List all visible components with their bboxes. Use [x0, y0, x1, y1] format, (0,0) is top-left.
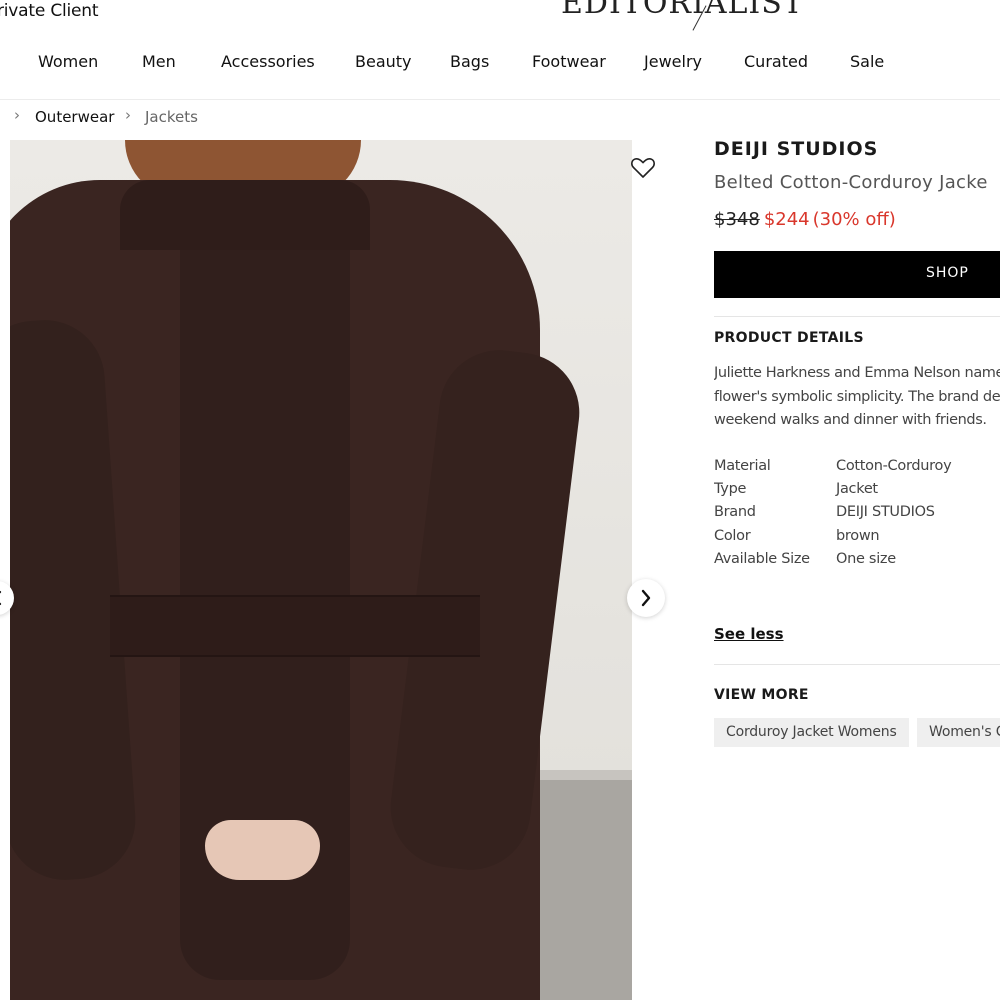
see-less-link[interactable]: See less: [714, 625, 784, 643]
attribute-value: DEIJI STUDIOS: [836, 504, 935, 521]
chevron-left-icon: [0, 590, 2, 606]
divider: [714, 316, 1000, 317]
product-brand[interactable]: DEIJI STUDIOS: [714, 138, 878, 160]
divider: [714, 664, 1000, 665]
heart-outline-icon: [631, 157, 655, 178]
related-search-chip[interactable]: Women's C: [917, 718, 1000, 747]
jacket-collar: [120, 180, 370, 250]
attribute-value: One size: [836, 550, 896, 567]
gallery-next-button[interactable]: [627, 579, 665, 617]
wishlist-button[interactable]: [630, 156, 656, 180]
sale-price: $244: [763, 209, 810, 230]
product-info-panel: DEIJI STUDIOS Belted Cotton-Corduroy Jac…: [714, 136, 1000, 1000]
chevron-right-icon: [641, 589, 651, 607]
attribute-value: brown: [836, 527, 880, 544]
shop-button-label: SHOP: [926, 265, 969, 281]
nav-item-jewelry[interactable]: Jewelry: [644, 52, 702, 71]
nav-item-beauty[interactable]: Beauty: [355, 52, 412, 71]
nav-item-bags[interactable]: Bags: [450, 52, 489, 71]
site-logo[interactable]: EDITORIALIST: [561, 0, 804, 21]
product-description: Juliette Harkness and Emma Nelson named …: [714, 362, 1000, 433]
attribute-label: Brand: [714, 504, 756, 521]
chevron-right-icon: ›: [14, 106, 20, 124]
attribute-label: Material: [714, 458, 771, 474]
description-line: Juliette Harkness and Emma Nelson named: [714, 365, 1000, 381]
price-row: $348 $244 (30% off): [714, 209, 896, 230]
breadcrumb-outerwear[interactable]: Outerwear: [35, 108, 114, 126]
view-more-heading: VIEW MORE: [714, 687, 809, 703]
product-details-heading: PRODUCT DETAILS: [714, 330, 864, 346]
discount-label: (30% off): [812, 209, 896, 230]
attribute-label: Available Size: [714, 550, 810, 567]
nav-item-footwear[interactable]: Footwear: [532, 52, 606, 71]
nav-item-men[interactable]: Men: [142, 52, 176, 71]
nav-item-women[interactable]: Women: [38, 52, 98, 71]
original-price: $348: [714, 209, 760, 230]
nav-item-curated[interactable]: Curated: [744, 52, 808, 71]
nav-item-sale[interactable]: Sale: [850, 52, 884, 71]
product-title: Belted Cotton-Corduroy Jacke: [714, 172, 988, 193]
chevron-right-icon: ›: [125, 106, 131, 124]
attribute-label: Type: [714, 481, 747, 498]
nav-divider: [0, 99, 1000, 100]
attribute-label: Color: [714, 527, 751, 544]
main-nav: Women Men Accessories Beauty Bags Footwe…: [0, 52, 1000, 78]
jacket-belt: [110, 595, 480, 657]
product-image[interactable]: [10, 140, 632, 1000]
attribute-value: Cotton-Corduroy: [836, 458, 952, 474]
related-search-chip[interactable]: Corduroy Jacket Womens: [714, 718, 909, 747]
nav-item-accessories[interactable]: Accessories: [221, 52, 315, 71]
private-client-link[interactable]: rivate Client: [0, 1, 99, 21]
model-hands: [205, 820, 320, 880]
top-bar: rivate Client EDITORIALIST: [0, 0, 1000, 31]
breadcrumb-jackets[interactable]: Jackets: [145, 108, 198, 126]
shop-button[interactable]: SHOP: [714, 251, 1000, 298]
description-line: flower's symbolic simplicity. The brand …: [714, 388, 1000, 405]
gallery-prev-button[interactable]: [0, 581, 14, 615]
description-line: weekend walks and dinner with friends.: [714, 412, 987, 428]
attribute-value: Jacket: [836, 481, 878, 498]
